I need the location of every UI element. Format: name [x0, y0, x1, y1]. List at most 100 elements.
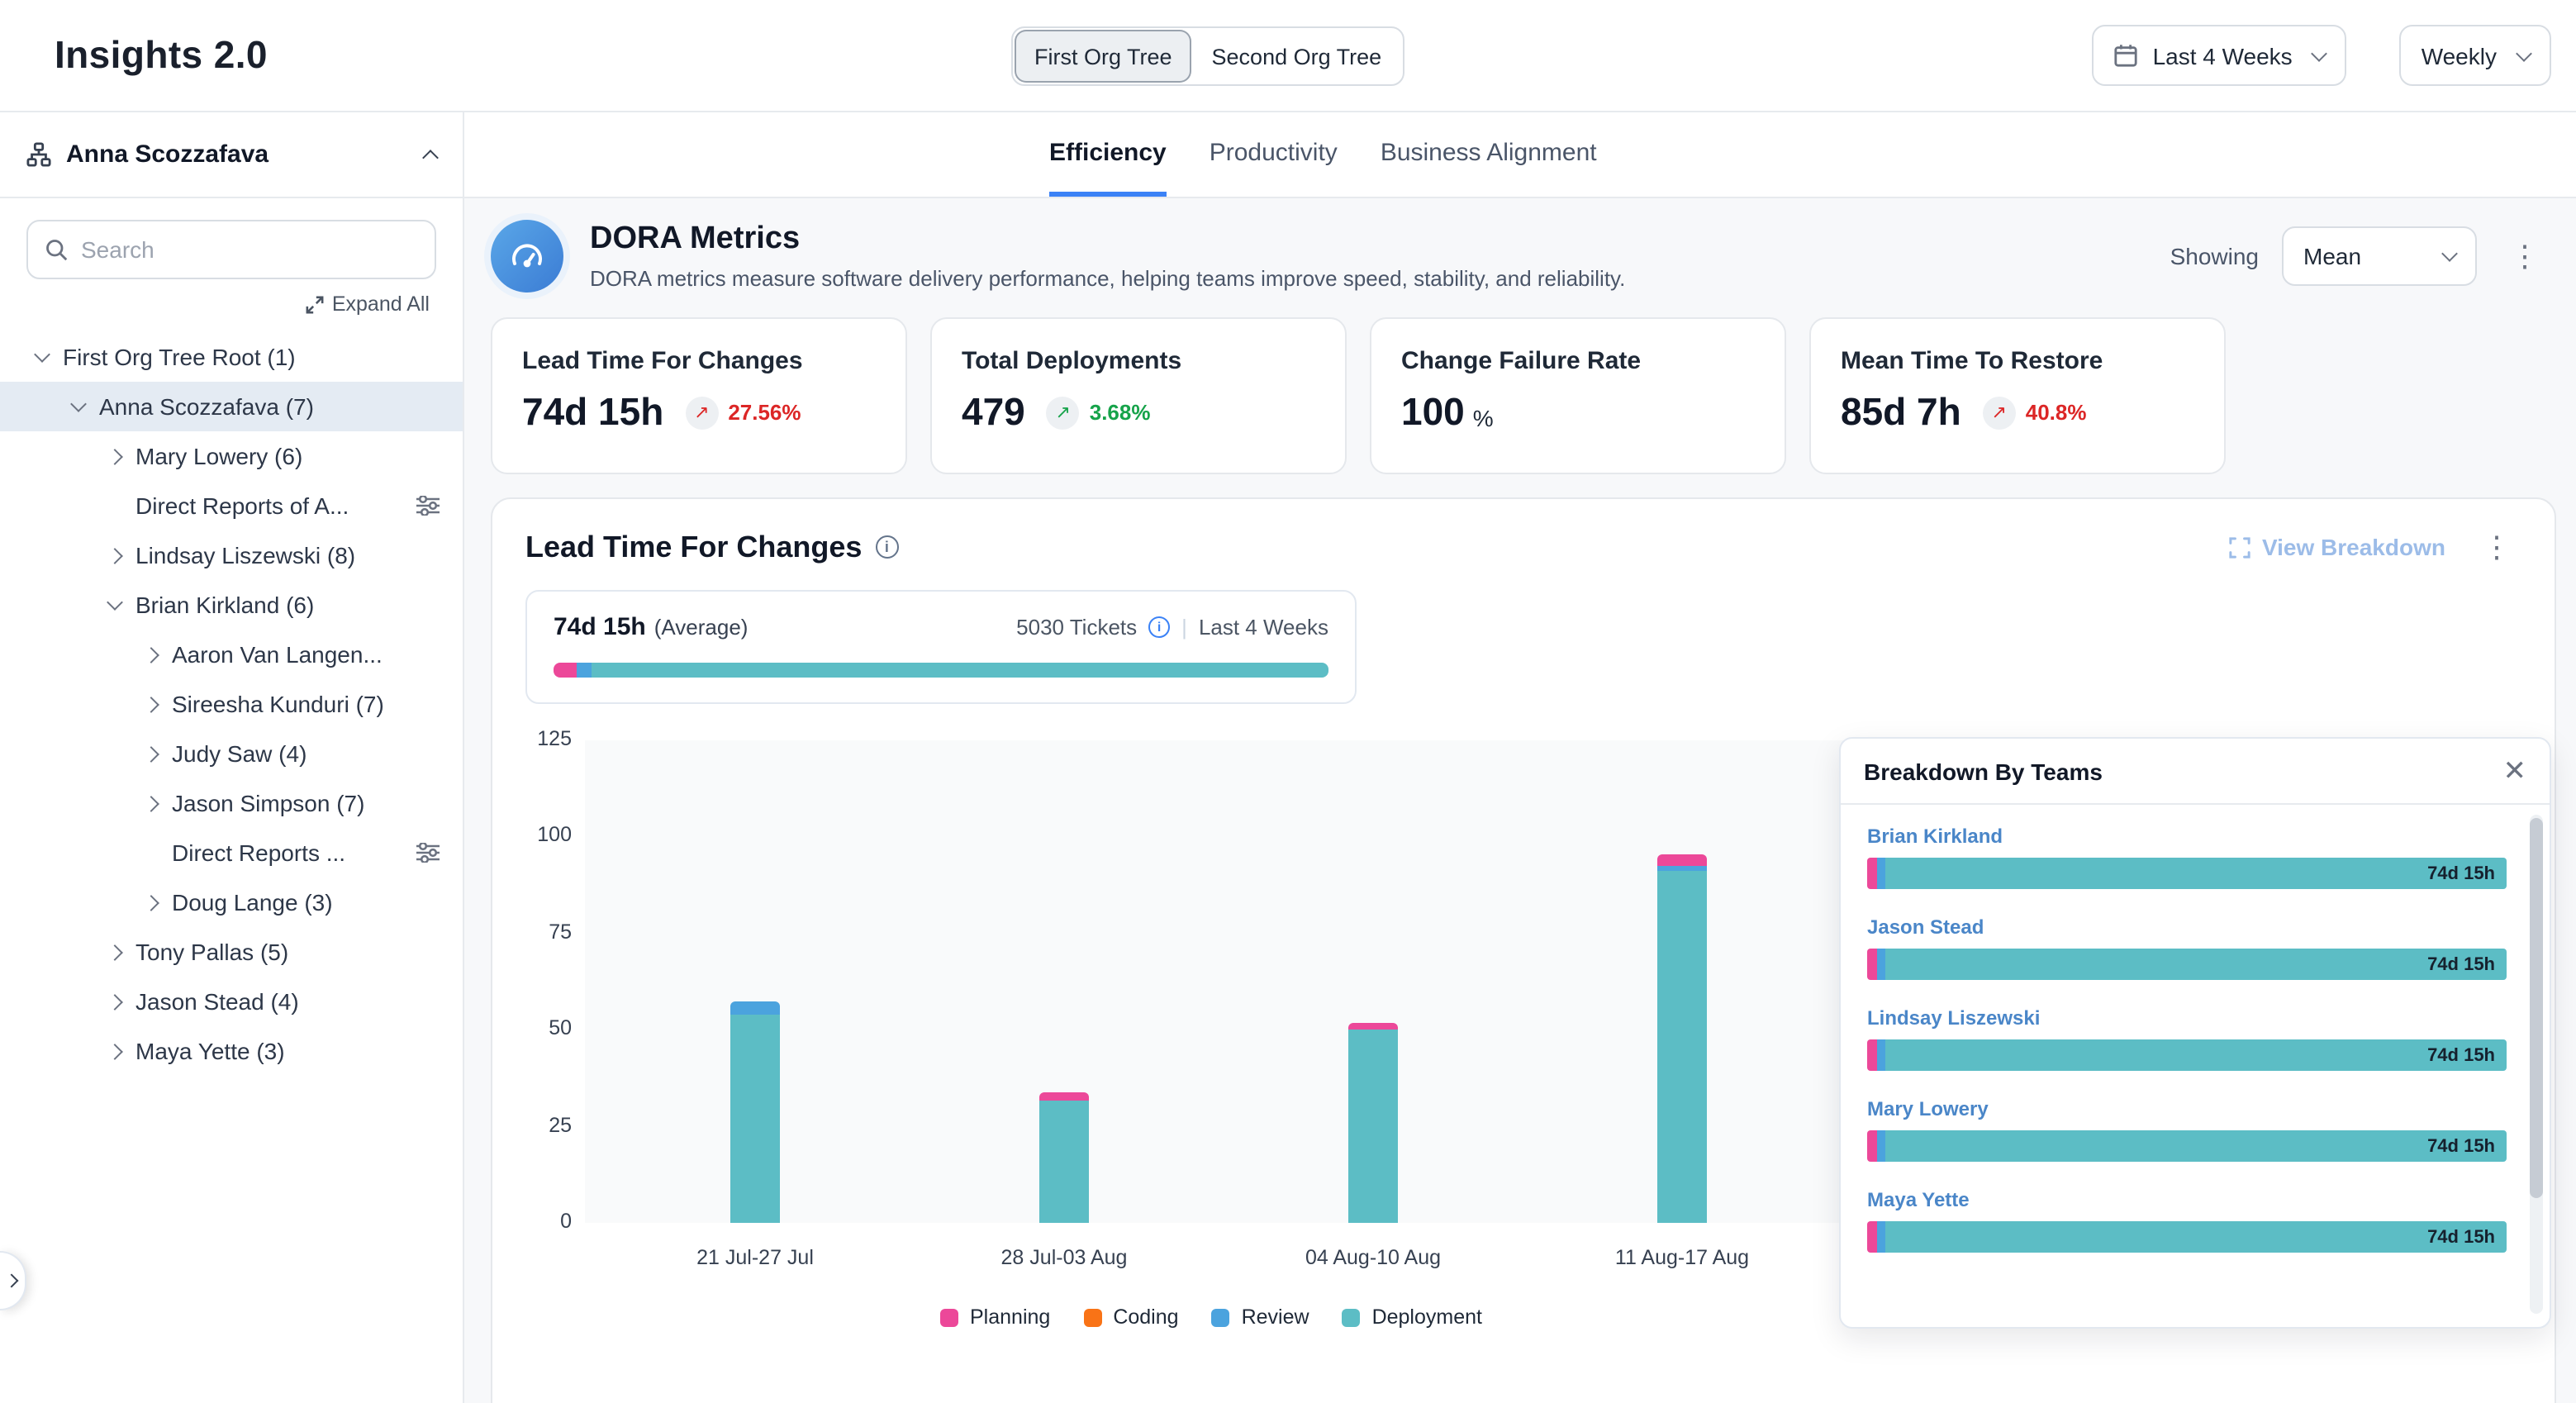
tickets-count: 5030 Tickets	[1016, 615, 1137, 640]
breakdown-bar-segment-deployment	[1885, 1130, 2507, 1162]
tree-item[interactable]: Anna Scozzafava (7)	[0, 382, 463, 431]
bar-week-3[interactable]	[1348, 1022, 1398, 1223]
bar-segment-deployment	[1039, 1101, 1089, 1223]
chevron-right-icon[interactable]	[143, 696, 159, 712]
metric-card: Change Failure Rate100%	[1370, 317, 1786, 474]
tree-item[interactable]: Direct Reports ...	[0, 828, 463, 877]
tab-productivity[interactable]: Productivity	[1210, 112, 1338, 197]
filter-sliders-icon[interactable]	[416, 843, 440, 863]
legend-item-planning[interactable]: Planning	[940, 1306, 1050, 1329]
legend-swatch-planning	[940, 1308, 958, 1326]
chevron-right-icon[interactable]	[143, 795, 159, 811]
breakdown-bar-value: 74d 15h	[2427, 863, 2495, 883]
breakdown-bar-value: 74d 15h	[2427, 954, 2495, 974]
lead-time-header-controls: View Breakdown ⋮	[2229, 526, 2521, 568]
chevron-right-icon[interactable]	[143, 646, 159, 663]
breakdown-row: Lindsay Liszewski74d 15h	[1867, 1006, 2507, 1071]
legend-label: Planning	[970, 1306, 1050, 1329]
tab-efficiency[interactable]: Efficiency	[1049, 112, 1167, 197]
app-title: Insights 2.0	[55, 33, 268, 78]
breakdown-team-link[interactable]: Lindsay Liszewski	[1867, 1006, 2507, 1030]
tree-item[interactable]: Lindsay Liszewski (8)	[0, 530, 463, 580]
metric-card: Mean Time To Restore85d 7h↗40.8%	[1809, 317, 2226, 474]
dora-header-text: DORA Metrics DORA metrics measure softwa…	[590, 221, 1625, 291]
summary-meta: 5030 Tickets i | Last 4 Weeks	[1016, 615, 1328, 640]
info-icon[interactable]: i	[1148, 616, 1170, 638]
showing-select[interactable]: Mean	[2282, 226, 2477, 286]
tree-item[interactable]: Aaron Van Langen...	[0, 630, 463, 679]
breakdown-team-link[interactable]: Maya Yette	[1867, 1188, 2507, 1211]
tree-item[interactable]: Maya Yette (3)	[0, 1026, 463, 1076]
y-axis-tick-label: 0	[525, 1210, 572, 1233]
tree-item[interactable]: Jason Stead (4)	[0, 977, 463, 1026]
filter-sliders-icon[interactable]	[416, 496, 440, 516]
tab-business-alignment[interactable]: Business Alignment	[1381, 112, 1597, 197]
info-icon[interactable]: i	[875, 535, 898, 559]
legend-item-review[interactable]: Review	[1212, 1306, 1309, 1329]
sidebar-header: Anna Scozzafava	[0, 112, 463, 198]
breakdown-team-link[interactable]: Mary Lowery	[1867, 1097, 2507, 1120]
tree-item[interactable]: Jason Simpson (7)	[0, 778, 463, 828]
chevron-right-icon[interactable]	[143, 894, 159, 911]
tree-item-label: Jason Stead (4)	[135, 988, 299, 1015]
tree-item[interactable]: Mary Lowery (6)	[0, 431, 463, 481]
date-range-value: Last 4 Weeks	[2153, 42, 2293, 69]
topbar-controls: Last 4 Weeks Weekly	[2092, 25, 2576, 86]
legend-item-deployment[interactable]: Deployment	[1343, 1306, 1482, 1329]
chevron-down-icon[interactable]	[34, 346, 50, 363]
showing-label: Showing	[2170, 243, 2259, 269]
breakdown-bar-segment-planning	[1867, 1130, 1877, 1162]
main-area: Efficiency Productivity Business Alignment…	[464, 112, 2576, 1403]
expand-diagonal-icon	[306, 295, 324, 313]
chevron-down-icon[interactable]	[107, 594, 123, 611]
chevron-right-icon[interactable]	[107, 547, 123, 564]
topbar: Insights 2.0 First Org TreeSecond Org Tr…	[0, 0, 2576, 112]
tree-item[interactable]: First Org Tree Root (1)	[0, 332, 463, 382]
scrollbar-thumb[interactable]	[2530, 818, 2543, 1198]
org-tree-toggle-option[interactable]: First Org Tree	[1015, 30, 1192, 83]
kebab-menu-icon[interactable]: ⋮	[2472, 526, 2521, 568]
kebab-menu-icon[interactable]: ⋮	[2500, 235, 2550, 278]
legend-item-coding[interactable]: Coding	[1083, 1306, 1178, 1329]
org-tree-toggle-option[interactable]: Second Org Tree	[1192, 30, 1402, 83]
tree-item[interactable]: Direct Reports of A...	[0, 481, 463, 530]
tree-item-label: Maya Yette (3)	[135, 1038, 285, 1064]
tree-item[interactable]: Tony Pallas (5)	[0, 927, 463, 977]
tree-item[interactable]: Brian Kirkland (6)	[0, 580, 463, 630]
view-breakdown-button[interactable]: View Breakdown	[2229, 534, 2445, 560]
metric-card-value: 74d 15h	[522, 390, 663, 435]
bar-week-1[interactable]	[730, 1001, 780, 1223]
y-axis-tick-label: 25	[525, 1113, 572, 1136]
tree-item[interactable]: Sireesha Kunduri (7)	[0, 679, 463, 729]
search-input[interactable]	[81, 236, 418, 263]
tree-item[interactable]: Doug Lange (3)	[0, 877, 463, 927]
metric-cards: Lead Time For Changes74d 15h↗27.56%Total…	[491, 317, 2556, 474]
legend-label: Review	[1242, 1306, 1309, 1329]
metric-value-row: 100%	[1401, 390, 1755, 435]
legend-swatch-review	[1212, 1308, 1230, 1326]
date-range-select[interactable]: Last 4 Weeks	[2092, 25, 2347, 86]
chevron-right-icon[interactable]	[107, 448, 123, 464]
bar-week-2[interactable]	[1039, 1091, 1089, 1223]
metric-value-row: 479↗3.68%	[962, 390, 1315, 435]
breakdown-panel-header: Breakdown By Teams ✕	[1841, 739, 2550, 805]
bar-week-4[interactable]	[1657, 854, 1707, 1223]
expand-all-label: Expand All	[332, 292, 430, 316]
metric-card-title: Lead Time For Changes	[522, 347, 876, 375]
granularity-select[interactable]: Weekly	[2400, 25, 2551, 86]
chevron-right-icon[interactable]	[107, 993, 123, 1010]
chevron-down-icon	[2312, 45, 2328, 61]
breakdown-team-link[interactable]: Jason Stead	[1867, 916, 2507, 939]
dora-gauge-icon	[491, 220, 563, 292]
close-icon[interactable]: ✕	[2503, 757, 2527, 785]
tree-item[interactable]: Judy Saw (4)	[0, 729, 463, 778]
chevron-right-icon[interactable]	[107, 944, 123, 960]
chevron-right-icon[interactable]	[107, 1043, 123, 1059]
expand-all-button[interactable]: Expand All	[33, 292, 430, 316]
chevron-down-icon[interactable]	[70, 396, 87, 412]
breakdown-team-link[interactable]: Brian Kirkland	[1867, 825, 2507, 848]
breakdown-rows: Brian Kirkland 74d 15h Jason Stead 74d 15h L…	[1841, 805, 2550, 1292]
org-chart-icon	[26, 142, 51, 167]
chevron-right-icon[interactable]	[143, 745, 159, 762]
chevron-up-icon[interactable]	[422, 149, 439, 165]
